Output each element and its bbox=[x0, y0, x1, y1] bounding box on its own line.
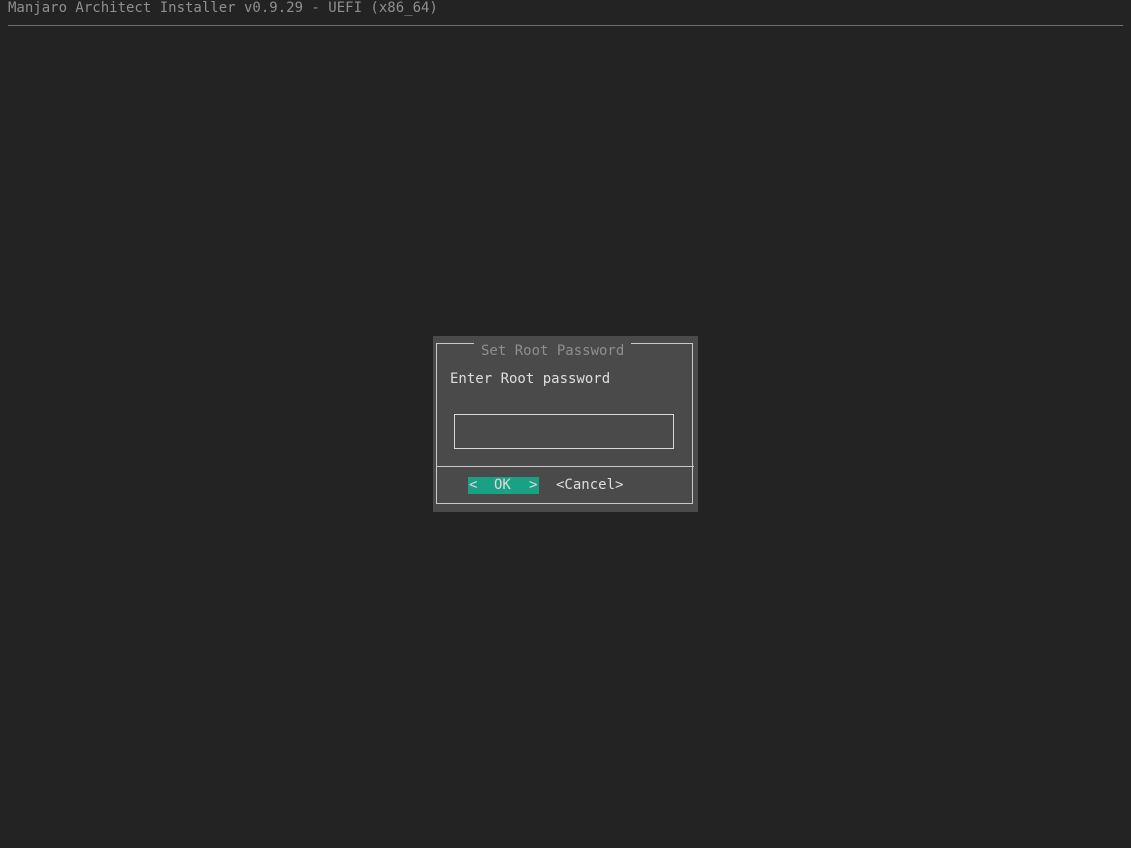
password-prompt: Enter Root password bbox=[450, 371, 611, 387]
ok-label: OK bbox=[494, 477, 511, 493]
ok-left-bracket: < bbox=[469, 477, 478, 493]
installer-backtitle: Manjaro Architect Installer v0.9.29 - UE… bbox=[8, 0, 438, 16]
dialog-button-separator bbox=[437, 466, 694, 467]
backtitle-divider bbox=[8, 25, 1123, 26]
cancel-button[interactable]: <Cancel> bbox=[556, 477, 623, 494]
root-password-input[interactable] bbox=[454, 414, 674, 449]
ok-right-bracket: > bbox=[529, 477, 538, 493]
ok-button[interactable]: < OK > bbox=[468, 477, 539, 494]
set-root-password-dialog: Set Root Password Enter Root password < … bbox=[433, 336, 698, 512]
dialog-title: Set Root Password bbox=[474, 343, 632, 359]
